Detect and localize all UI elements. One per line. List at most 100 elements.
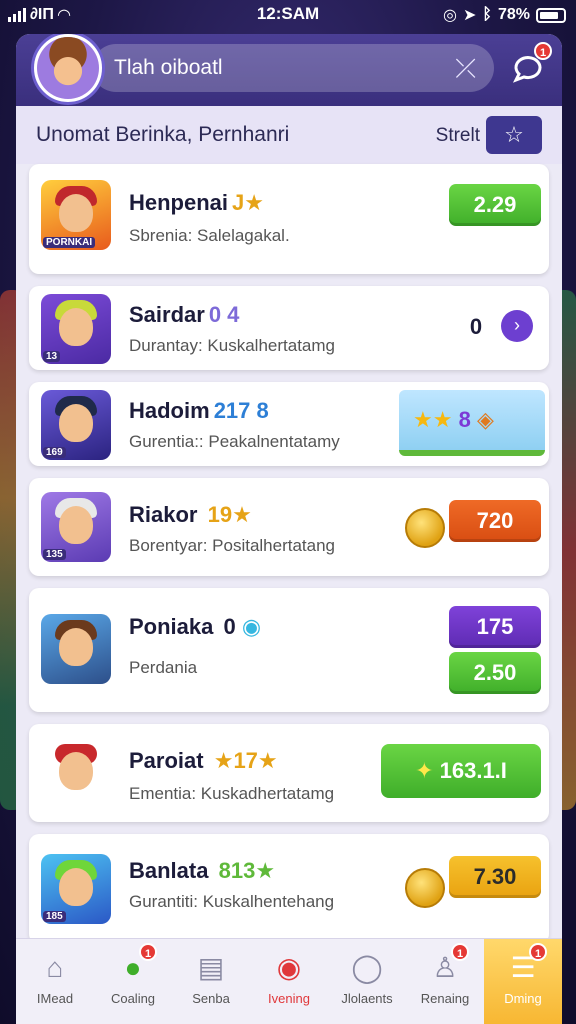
nav-label: Ivening: [268, 991, 310, 1006]
character-face: [59, 404, 93, 442]
item-name: Sairdar 0 4: [129, 302, 240, 327]
item-subtitle: Durantay: Kuskalhertatamg: [129, 336, 335, 355]
item-name: Poniaka 0 ◉: [129, 614, 262, 639]
arrow-right-icon[interactable]: ›: [501, 310, 533, 342]
item-name: Hadoim 217 8: [129, 398, 269, 423]
list-item[interactable]: 169 Hadoim 217 8 Gurentia:: Peakalnentata…: [29, 382, 549, 466]
nav-badge: 1: [529, 943, 547, 961]
score-button-secondary[interactable]: 2.50: [449, 652, 541, 694]
game-thumbnail: 185: [41, 854, 111, 924]
nav-dming[interactable]: ☰ 1 Dming: [484, 939, 562, 1024]
nav-coaling[interactable]: ● 1 Coaling: [94, 939, 172, 1024]
list-item[interactable]: 185 Banlata 813★ Gurantiti: Kuskalhenteh…: [29, 834, 549, 944]
bottom-navigation: ⌂ IMead ● 1 Coaling ▤ Senba ◉ Ivening ◯ …: [16, 938, 562, 1024]
status-right: ◎ ➤ ᛒ 78%: [443, 5, 566, 25]
search-input[interactable]: Tlah oiboatl ⤫: [92, 44, 494, 92]
thumbnail-label: 135: [43, 549, 66, 560]
item-tag: 217 8: [213, 398, 269, 423]
reward-panel[interactable]: ★★ 8 ◈: [399, 390, 545, 456]
reward-value: 8: [458, 407, 471, 432]
location-icon: ➤: [462, 7, 477, 24]
thumbnail-label: 13: [43, 351, 61, 362]
badge-icon: ◈: [476, 407, 494, 432]
sparkle-icon: ✦: [415, 758, 440, 783]
notification-badge: 1: [534, 42, 552, 60]
character-face: [59, 628, 93, 666]
notifications-button[interactable]: 1: [510, 42, 552, 84]
home-icon: ⌂: [46, 952, 64, 983]
search-value: Tlah oiboatl: [114, 56, 223, 79]
item-tag: 813★: [218, 858, 276, 883]
score-button[interactable]: ✦ 163.1.I: [381, 744, 541, 798]
item-name: Henpenai J★: [129, 190, 264, 215]
item-subtitle: Ementia: Kuskadhertatamg: [129, 784, 335, 803]
sort-star-button[interactable]: ☆: [486, 116, 542, 154]
score-button[interactable]: 175: [449, 606, 541, 648]
list-item[interactable]: PORNKAI Henpenai J★ Sbrenia: Salelagakal.…: [29, 164, 549, 274]
battery-icon: [536, 7, 566, 23]
status-bar: ∂ΙΠ ◠ 12:SAM ◎ ➤ ᛒ 78%: [0, 0, 576, 30]
character-face: [59, 868, 93, 906]
nav-badge: 1: [139, 943, 157, 961]
score-button[interactable]: 7.30: [449, 856, 541, 898]
score-button[interactable]: 720: [449, 500, 541, 542]
item-name: Banlata 813★: [129, 858, 276, 883]
item-subtitle: Gurantiti: Kuskalhentehang: [129, 892, 335, 911]
coin-icon: [405, 868, 445, 908]
game-thumbnail: 135: [41, 492, 111, 562]
sort-label[interactable]: Strelt: [436, 125, 480, 147]
item-subtitle: Borentyar: Positalhertatang: [129, 536, 336, 555]
nav-renaing[interactable]: ♙ 1 Renaing: [406, 939, 484, 1024]
user-avatar[interactable]: [34, 34, 102, 102]
item-name: Riakor 19★: [129, 502, 252, 527]
nav-home[interactable]: ⌂ IMead: [16, 939, 94, 1024]
character-face: [59, 308, 93, 346]
nav-label: Coaling: [110, 991, 156, 1006]
item-tag: 19★: [207, 502, 252, 527]
top-header: Tlah oiboatl ⤫ 1: [16, 34, 562, 106]
game-thumbnail: 13: [41, 294, 111, 364]
thumbnail-label: PORNKAI: [43, 237, 96, 248]
list-item[interactable]: Poniaka 0 ◉ Perdania 175 2.50: [29, 588, 549, 712]
avatar-face: [37, 37, 99, 99]
alarm-icon: ◎: [442, 7, 457, 24]
nav-label: Dming: [504, 991, 542, 1006]
star-icon: ★★: [413, 407, 453, 432]
character-face: [59, 194, 93, 232]
section-title: Unomat Berinka, Pernhanri: [36, 123, 290, 146]
thumbnail-label: 185: [43, 911, 66, 922]
battery-percent: 78%: [497, 6, 530, 23]
nav-label: Renaing: [420, 991, 470, 1006]
thumbnail-label: 169: [43, 447, 66, 458]
item-tag: ★17★: [213, 748, 278, 773]
game-thumbnail: [41, 614, 111, 684]
score-button[interactable]: 2.29: [449, 184, 541, 226]
character-face: [59, 506, 93, 544]
app-frame: Tlah oiboatl ⤫ 1 Unomat Berinka, Pernhan…: [16, 34, 562, 1024]
item-tag: 0 4: [208, 302, 240, 327]
clear-search-icon[interactable]: ⤫: [455, 44, 476, 92]
nav-label: IMead: [36, 991, 74, 1006]
balloon-icon: ◯: [351, 952, 383, 983]
item-subtitle: Perdania: [129, 658, 198, 677]
record-icon: ◉: [276, 952, 302, 983]
nav-label: Senba: [192, 991, 230, 1006]
item-name: Paroiat ★17★: [129, 748, 278, 773]
nav-ivening[interactable]: ◉ Ivening: [250, 939, 328, 1024]
character-face: [59, 752, 93, 790]
nav-senba[interactable]: ▤ Senba: [172, 939, 250, 1024]
game-thumbnail: 169: [41, 390, 111, 460]
bluetooth-icon: ᛒ: [482, 6, 492, 23]
nav-label: Jlolaents: [341, 991, 393, 1006]
item-tag: J★: [232, 190, 264, 215]
chat-icon: ◉: [241, 614, 262, 639]
game-thumbnail: [41, 738, 111, 808]
nav-jlolaents[interactable]: ◯ Jlolaents: [328, 939, 406, 1024]
list-item[interactable]: 135 Riakor 19★ Borentyar: Positalhertata…: [29, 478, 549, 576]
list-item[interactable]: Paroiat ★17★ Ementia: Kuskadhertatamg ✦ …: [29, 724, 549, 822]
nav-badge: 1: [451, 943, 469, 961]
star-icon: ☆: [504, 122, 524, 147]
item-subtitle: Sbrenia: Salelagakal.: [129, 226, 290, 245]
item-subtitle: Gurentia:: Peakalnentatamy: [129, 432, 340, 451]
list-item[interactable]: 13 Sairdar 0 4 Durantay: Kuskalhertatamg …: [29, 286, 549, 370]
